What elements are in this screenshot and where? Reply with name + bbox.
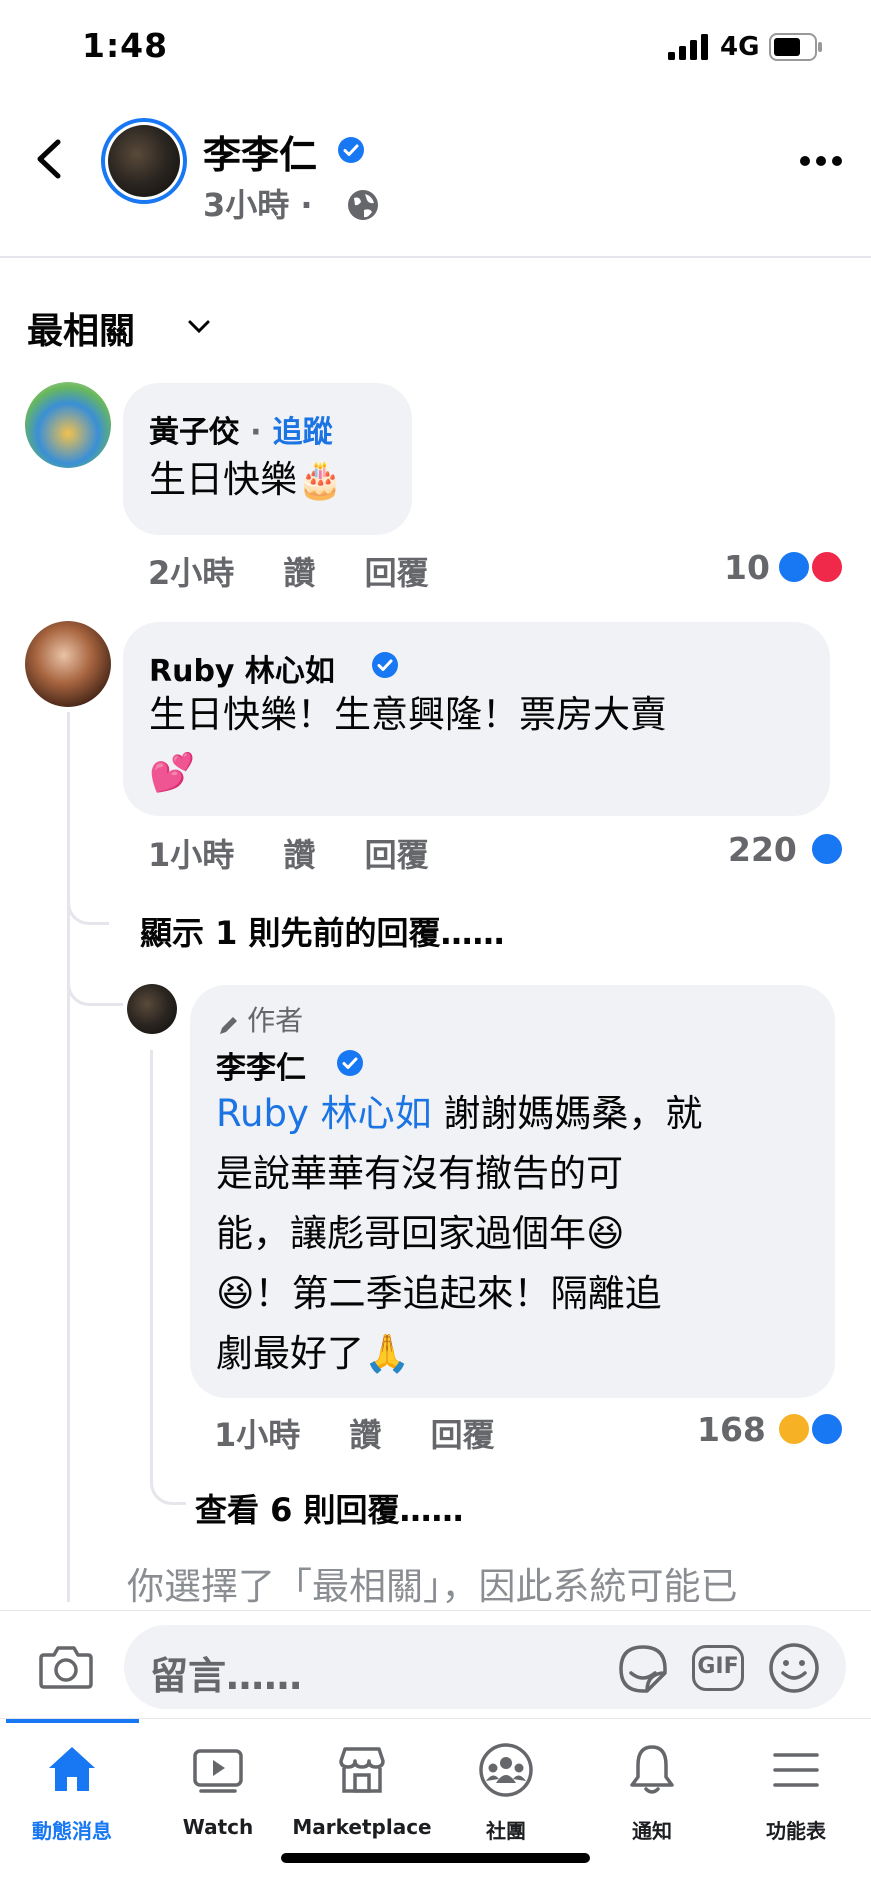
thread-connector [67,880,109,925]
bell-icon [630,1745,674,1794]
comment-time: 2小時 [148,554,235,592]
marketplace-icon [339,1747,385,1793]
reply-text-line: 能，讓彪哥回家過個年😆 [216,1212,625,1255]
like-reaction-icon [810,832,844,866]
menu-icon [773,1753,819,1787]
reply-bubble: 作者 李李仁 Ruby 林心如 謝謝媽媽桑，就 是說華華有沒有撤告的可 能，讓彪… [190,985,835,1398]
comment-actions: 1小時 讚 回覆 [148,830,467,876]
tab-marketplace[interactable]: Marketplace [292,1741,432,1851]
tab-menu[interactable]: 功能表 [726,1741,866,1851]
tab-label: Marketplace [292,1815,432,1839]
reply-time: 1小時 [214,1416,301,1454]
globe-icon [348,190,378,220]
sort-selector[interactable]: 最相關 [27,302,135,354]
reaction-count[interactable]: 220 [728,830,797,869]
thread-line [67,712,70,1602]
tab-label: Watch [182,1815,254,1839]
comment-input[interactable]: 留言…… GIF [124,1625,846,1709]
home-icon [49,1747,95,1791]
verified-badge-icon [337,1050,363,1076]
tab-label: 功能表 [766,1819,826,1843]
reply-author-name[interactable]: 李李仁 [216,1043,306,1087]
thread-connector [67,960,123,1006]
comment-bubble: Ruby 林心如 生日快樂！生意興隆！票房大賣 💕 [123,622,830,816]
network-label: 4G [720,32,760,62]
verified-badge-icon [372,652,398,678]
commenter-name[interactable]: 黃子佼 [149,415,239,450]
home-indicator [281,1853,590,1863]
tab-label: 動態消息 [32,1819,112,1843]
tab-label: 通知 [632,1819,672,1843]
follow-link[interactable]: 追蹤 [273,415,333,450]
reply-actions: 1小時 讚 回覆 [214,1410,533,1456]
relevance-notice: 你選擇了「最相關」，因此系統可能已 [127,1565,738,1608]
battery-icon [769,33,822,61]
pencil-icon [220,1016,237,1034]
commenter-name[interactable]: Ruby 林心如 [149,654,335,689]
more-options-icon[interactable] [799,154,843,168]
comment-placeholder: 留言…… [150,1654,303,1698]
sticker-icon[interactable] [617,1643,669,1695]
like-reaction-icon [810,1412,844,1446]
reply-author-avatar[interactable] [127,984,177,1034]
post-time-text: 3小時 [203,186,290,224]
comment-text: 生日快樂！生意興隆！票房大賣 [149,693,667,736]
reply-button[interactable]: 回覆 [365,836,429,874]
tab-groups[interactable]: 社團 [436,1741,576,1851]
author-avatar[interactable] [101,118,187,204]
reply-button[interactable]: 回覆 [365,554,429,592]
author-tag-text: 作者 [247,1004,304,1037]
tab-news-feed[interactable]: 動態消息 [2,1741,142,1851]
camera-icon[interactable] [38,1641,94,1691]
like-button[interactable]: 讚 [283,554,315,592]
active-tab-indicator [6,1719,139,1723]
comment-actions: 2小時 讚 回覆 [148,548,467,594]
back-arrow-icon[interactable] [30,136,70,182]
status-time: 1:48 [82,26,169,65]
reply-button[interactable]: 回覆 [431,1416,495,1454]
author-name[interactable]: 李李仁 [203,124,317,179]
comment-text-emoji: 💕 [149,751,196,794]
separator-dot: · [300,186,313,224]
reply-text-line: Ruby 林心如 謝謝媽媽桑，就 [216,1085,702,1143]
mention-link[interactable]: Ruby 林心如 [216,1092,432,1135]
show-previous-replies[interactable]: 顯示 1 則先前的回覆…… [140,908,505,954]
comment-text: 生日快樂🎂 [149,458,344,501]
reply-text-line: 😆！第二季追起來！隔離追 [216,1272,662,1315]
commenter-avatar[interactable] [25,621,111,707]
haha-reaction-icon [777,1412,811,1446]
reply-text-line: 劇最好了🙏 [216,1332,411,1375]
view-more-replies[interactable]: 查看 6 則回覆…… [195,1485,464,1531]
reply-text-line: 是說華華有沒有撤告的可 [216,1152,623,1195]
signal-icon [668,34,708,60]
post-header: 李李仁 3小時 · [0,96,871,258]
comment-bubble: 黃子佼 · 追蹤 生日快樂🎂 [123,383,412,535]
separator-dot: · [250,415,262,450]
tab-notifications[interactable]: 通知 [582,1741,722,1851]
chevron-down-icon[interactable] [187,318,211,336]
author-tag: 作者 [216,999,303,1039]
commenter-avatar[interactable] [25,382,111,468]
like-button[interactable]: 讚 [349,1416,381,1454]
gif-icon[interactable]: GIF [692,1645,744,1691]
love-reaction-icon [810,550,844,584]
reaction-count[interactable]: 10 [724,548,770,587]
watch-icon [193,1749,243,1793]
verified-badge-icon [338,137,364,163]
comment-time: 1小時 [148,836,235,874]
thread-connector [150,1050,186,1505]
status-bar: 1:48 4G [0,0,871,96]
groups-icon [479,1743,533,1797]
like-reaction-icon [777,550,811,584]
reaction-count[interactable]: 168 [697,1410,766,1449]
like-button[interactable]: 讚 [283,836,315,874]
tab-label: 社團 [486,1819,526,1843]
tab-watch[interactable]: Watch [148,1741,288,1851]
emoji-icon[interactable] [767,1641,821,1695]
post-time: 3小時 · [203,180,313,226]
comment-composer: 留言…… GIF [0,1610,871,1718]
reply-text: 謝謝媽媽桑，就 [431,1092,703,1135]
